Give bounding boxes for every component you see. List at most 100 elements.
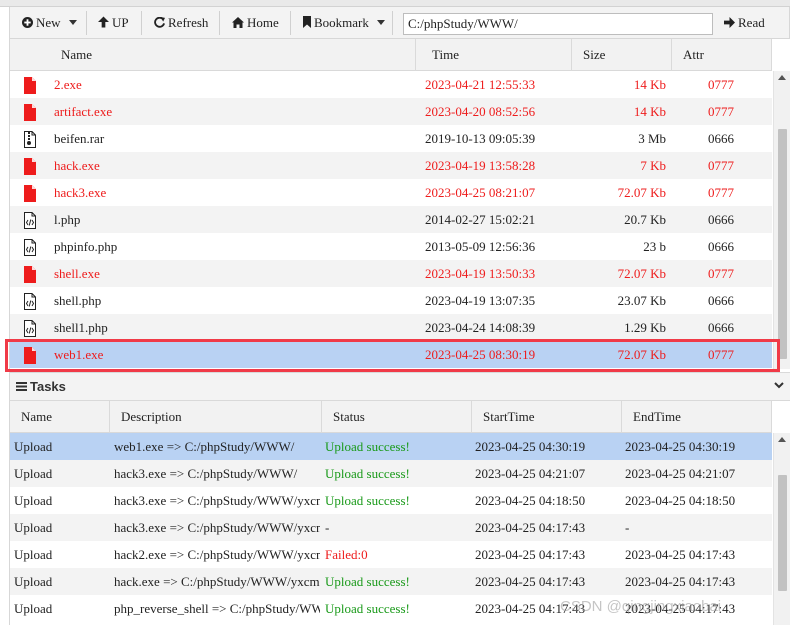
column-header-time[interactable]: Time: [432, 39, 459, 71]
task-description: hack3.exe => C:/phpStudy/WWW/: [114, 466, 298, 481]
code-file-icon: [22, 319, 38, 337]
column-divider[interactable]: [671, 39, 672, 71]
home-button[interactable]: Home: [232, 13, 279, 33]
file-row[interactable]: artifact.exe 2023-04-20 08:52:56 14 Kb 0777: [10, 98, 772, 125]
file-row[interactable]: phpinfo.php 2013-05-09 12:56:36 23 b 0666: [10, 233, 772, 260]
bookmark-icon: [303, 16, 311, 28]
task-end-time: -: [625, 520, 630, 535]
chevron-down-icon[interactable]: [774, 382, 784, 389]
column-header-description[interactable]: Description: [121, 401, 182, 433]
file-size: 3 Mb: [638, 131, 666, 146]
file-row[interactable]: beifen.rar 2019-10-13 09:05:39 3 Mb 0666: [10, 125, 772, 152]
column-header-start-time[interactable]: StartTime: [483, 401, 535, 433]
file-row[interactable]: shell1.php 2023-04-24 14:08:39 1.29 Kb 0666: [10, 314, 772, 341]
file-attr: 0777: [708, 77, 734, 92]
chevron-down-icon: [68, 20, 77, 25]
home-label: Home: [247, 15, 279, 30]
arrow-right-icon: [724, 17, 735, 28]
column-header-status[interactable]: Status: [333, 401, 365, 433]
read-button[interactable]: Read: [724, 13, 765, 33]
file-row[interactable]: shell.exe 2023-04-19 13:50:33 72.07 Kb 0777: [10, 260, 772, 287]
scrollbar-thumb[interactable]: [778, 129, 787, 359]
file-attr: 0666: [708, 320, 734, 335]
column-header-size[interactable]: Size: [583, 39, 605, 71]
file-size: 14 Kb: [633, 104, 666, 119]
task-start-time: 2023-04-25 04:17:43: [475, 520, 586, 535]
file-row[interactable]: l.php 2014-02-27 15:02:21 20.7 Kb 0666: [10, 206, 772, 233]
task-row[interactable]: Upload hack.exe => C:/phpStudy/WWW/yxcms U…: [10, 568, 772, 595]
column-header-end-time[interactable]: EndTime: [633, 401, 681, 433]
column-header-name[interactable]: Name: [61, 39, 92, 71]
file-name: hack3.exe: [54, 185, 107, 200]
column-divider[interactable]: [109, 401, 110, 433]
scroll-up-arrow-icon[interactable]: [778, 75, 786, 80]
refresh-label: Refresh: [168, 15, 209, 30]
path-input[interactable]: [403, 13, 713, 35]
task-description: hack2.exe => C:/phpStudy/WWW/yxcm: [114, 547, 320, 562]
column-header-task-name[interactable]: Name: [21, 401, 52, 433]
task-row[interactable]: Upload hack3.exe => C:/phpStudy/WWW/yxcm U…: [10, 487, 772, 514]
file-size: 14 Kb: [633, 77, 666, 92]
file-size: 7 Kb: [640, 158, 666, 173]
file-time: 2014-02-27 15:02:21: [425, 212, 536, 227]
task-row[interactable]: Upload hack3.exe => C:/phpStudy/WWW/Uploa…: [10, 460, 772, 487]
tasks-scrollbar[interactable]: [773, 433, 790, 625]
task-name: Upload: [14, 601, 53, 616]
file-time: 2023-04-19 13:58:28: [425, 158, 536, 173]
bookmark-button[interactable]: Bookmark: [303, 13, 385, 33]
window-top-strip: [0, 0, 790, 7]
task-description: php_reverse_shell => C:/phpStudy/WWW/: [114, 601, 320, 616]
column-divider[interactable]: [471, 401, 472, 433]
file-name: hack.exe: [54, 158, 100, 173]
file-attr: 0777: [708, 104, 734, 119]
refresh-icon: [154, 16, 165, 28]
toolbar: New UP Refresh Home Bookmark Read: [9, 7, 790, 39]
file-size: 72.07 Kb: [617, 185, 666, 200]
file-name: shell.php: [54, 293, 102, 308]
task-description: hack.exe => C:/phpStudy/WWW/yxcms: [114, 574, 320, 589]
file-time: 2023-04-20 08:52:56: [425, 104, 536, 119]
highlight-annotation-box: [5, 339, 780, 372]
scrollbar-thumb[interactable]: [778, 475, 787, 591]
column-header-attr[interactable]: Attr: [683, 39, 704, 71]
task-row[interactable]: Upload php_reverse_shell => C:/phpStudy/W…: [10, 595, 772, 622]
column-divider[interactable]: [321, 401, 322, 433]
file-size: 20.7 Kb: [624, 212, 666, 227]
task-row[interactable]: Upload hack3.exe => C:/phpStudy/WWW/yxcm -…: [10, 514, 772, 541]
refresh-button[interactable]: Refresh: [154, 13, 208, 33]
toolbar-divider: [392, 11, 393, 35]
chevron-down-icon: [376, 20, 385, 25]
file-row[interactable]: hack.exe 2023-04-19 13:58:28 7 Kb 0777: [10, 152, 772, 179]
arrow-up-icon: [98, 16, 109, 28]
column-divider[interactable]: [415, 39, 416, 71]
task-end-time: 2023-04-25 04:21:07: [625, 466, 736, 481]
file-list: 2.exe 2023-04-21 12:55:33 14 Kb 0777 artifac…: [10, 71, 772, 368]
file-name: l.php: [54, 212, 81, 227]
task-name: Upload: [14, 547, 53, 562]
task-status: Upload success!: [325, 493, 410, 508]
task-end-time: 2023-04-25 04:18:50: [625, 493, 736, 508]
scroll-up-arrow-icon[interactable]: [778, 437, 786, 442]
task-name: Upload: [14, 520, 53, 535]
task-status: Failed:0: [325, 547, 368, 562]
column-divider[interactable]: [571, 39, 572, 71]
file-row[interactable]: 2.exe 2023-04-21 12:55:33 14 Kb 0777: [10, 71, 772, 98]
tasks-panel: Name Description Status StartTime EndTim…: [9, 401, 790, 625]
column-divider[interactable]: [621, 401, 622, 433]
tasks-section-header[interactable]: Tasks: [9, 372, 790, 401]
file-attr: 0777: [708, 158, 734, 173]
new-button[interactable]: New: [22, 13, 77, 33]
column-divider[interactable]: [771, 39, 772, 71]
task-row[interactable]: Upload web1.exe => C:/phpStudy/WWW/Upload…: [10, 433, 772, 460]
file-row[interactable]: shell.php 2023-04-19 13:07:35 23.07 Kb 0666: [10, 287, 772, 314]
list-icon: [16, 382, 27, 391]
task-status: Upload success!: [325, 601, 410, 616]
column-divider[interactable]: [771, 401, 772, 433]
task-description: web1.exe => C:/phpStudy/WWW/: [114, 439, 295, 454]
task-row[interactable]: Upload hack2.exe => C:/phpStudy/WWW/yxcm F…: [10, 541, 772, 568]
red-exe-icon: [22, 184, 38, 202]
file-row[interactable]: hack3.exe 2023-04-25 08:21:07 72.07 Kb 0777: [10, 179, 772, 206]
code-file-icon: [22, 292, 38, 310]
up-button[interactable]: UP: [98, 13, 129, 33]
file-list-scrollbar[interactable]: [773, 71, 790, 369]
